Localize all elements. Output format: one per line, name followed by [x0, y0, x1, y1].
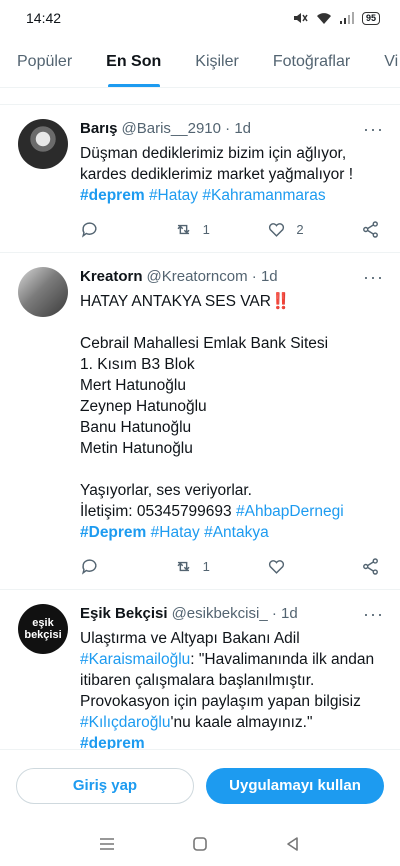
hashtag-link[interactable]: #Karaismailoğlu [80, 651, 190, 668]
reply-button[interactable] [80, 220, 120, 239]
share-icon [363, 220, 378, 238]
heart-icon [269, 222, 285, 237]
tab-latest[interactable]: En Son [89, 36, 178, 87]
hashtag-link[interactable]: #Kılıçdaroğlu [80, 714, 170, 731]
hashtag-link[interactable]: #AhbapDernegi [236, 503, 344, 520]
tweet-text-part: Ulaştırma ve Altyapı Bakanı Adil [80, 630, 300, 647]
tweet-text: Ulaştırma ve Altyapı Bakanı Adil #Karais… [80, 628, 384, 749]
tweet-header: Kreatorn @Kreatorncom · 1d ··· [80, 267, 384, 287]
tweet-author-handle: @Baris__2910 · 1d [121, 120, 252, 137]
tweet-text-address: Cebrail Mahallesi Emlak Bank Sitesi 1. K… [80, 335, 329, 457]
tweet-text-status: Yaşıyorlar, ses veriyorlar. [80, 482, 252, 499]
share-icon [363, 557, 378, 575]
avatar[interactable]: eşik bekçisi [18, 604, 68, 654]
login-button[interactable]: Giriş yap [16, 767, 194, 804]
feed-divider [0, 89, 400, 105]
avatar-text: eşik [32, 617, 54, 629]
tweet[interactable]: Kreatorn @Kreatorncom · 1d ··· HATAY ANT… [0, 253, 400, 590]
hashtag-link[interactable]: #deprem [80, 187, 145, 204]
status-icons: 95 [292, 11, 380, 25]
tab-videos[interactable]: Vi [367, 36, 400, 87]
hashtag-link[interactable]: #deprem [80, 735, 145, 749]
share-button[interactable] [361, 557, 380, 576]
mute-icon [293, 13, 308, 23]
signal-icon [339, 12, 354, 24]
use-app-button[interactable]: Uygulamayı kullan [206, 767, 384, 804]
tweet-author-name[interactable]: Barış [80, 119, 118, 139]
tweet-text-contact: İletişim: 05345799693 [80, 503, 232, 520]
tweet-author-name[interactable]: Kreatorn [80, 267, 143, 287]
hashtag-link[interactable]: #Hatay [149, 187, 198, 204]
like-count: 2 [296, 221, 304, 237]
retweet-count: 1 [202, 558, 210, 574]
system-nav-bar [0, 821, 400, 866]
reply-button[interactable] [80, 557, 120, 576]
login-prompt-bar: Giriş yap Uygulamayı kullan [0, 749, 400, 821]
like-button[interactable] [267, 557, 307, 576]
share-button[interactable] [361, 220, 380, 239]
tweet-author-handle: @Kreatorncom · 1d [146, 268, 278, 285]
tweet-feed: Barış @Baris__2910 · 1d ··· Düşman dedik… [0, 89, 400, 749]
tab-popular[interactable]: Popüler [0, 36, 89, 87]
avatar[interactable] [18, 267, 68, 317]
tweet-author-name[interactable]: Eşik Bekçisi [80, 604, 168, 624]
more-icon[interactable]: ··· [357, 605, 384, 623]
retweet-button[interactable]: 1 [174, 557, 214, 576]
avatar-text: bekçisi [24, 629, 62, 641]
hashtag-link[interactable]: #Kahramanmaras [202, 187, 325, 204]
tweet-text: HATAY ANTAKYA SES VAR‼️ Cebrail Mahalles… [80, 291, 384, 543]
tweet-text-part: 'nu kaale almayınız." [170, 714, 313, 731]
avatar[interactable] [18, 119, 68, 169]
tweet[interactable]: Barış @Baris__2910 · 1d ··· Düşman dedik… [0, 105, 400, 253]
tweet-text-headline: HATAY ANTAKYA SES VAR [80, 293, 271, 310]
retweet-count: 1 [202, 221, 210, 237]
status-bar: 14:42 95 [0, 0, 400, 36]
search-tabs: Popüler En Son Kişiler Fotoğraflar Vi [0, 36, 400, 88]
tab-photos[interactable]: Fotoğraflar [256, 36, 367, 87]
tweet-header: Barış @Baris__2910 · 1d ··· [80, 119, 384, 139]
tweet-content: Eşik Bekçisi @esikbekcisi_ · 1d ··· Ulaş… [80, 604, 384, 749]
tweet-content: Kreatorn @Kreatorncom · 1d ··· HATAY ANT… [80, 267, 384, 589]
reply-icon [81, 558, 97, 575]
like-button[interactable]: 2 [267, 220, 307, 239]
tweet[interactable]: eşik bekçisi Eşik Bekçisi @esikbekcisi_ … [0, 590, 400, 749]
back-icon[interactable] [284, 835, 302, 853]
tweet-text: Düşman dediklerimiz bizim için ağlıyor, … [80, 143, 384, 206]
tweet-actions: 1 [80, 543, 384, 589]
wifi-icon [316, 12, 331, 24]
tweet-text-main: Düşman dediklerimiz bizim için ağlıyor, … [80, 145, 354, 183]
tweet-author-handle: @esikbekcisi_ · 1d [171, 605, 298, 622]
heart-icon [269, 559, 285, 574]
hashtag-link[interactable]: #Deprem [80, 524, 146, 541]
status-time: 14:42 [26, 10, 62, 26]
retweet-icon [177, 224, 190, 234]
tab-people[interactable]: Kişiler [178, 36, 256, 87]
hashtag-link[interactable]: #Antakya [204, 524, 269, 541]
tweet-content: Barış @Baris__2910 · 1d ··· Düşman dedik… [80, 119, 384, 252]
tweet-actions: 1 2 [80, 206, 384, 252]
home-icon[interactable] [191, 835, 209, 853]
battery-icon: 95 [361, 11, 380, 25]
reply-icon [81, 221, 97, 238]
menu-icon[interactable] [98, 835, 116, 853]
more-icon[interactable]: ··· [357, 268, 384, 286]
tweet-header: Eşik Bekçisi @esikbekcisi_ · 1d ··· [80, 604, 384, 624]
alert-emoji: ‼️ [270, 293, 291, 310]
retweet-button[interactable]: 1 [174, 220, 214, 239]
hashtag-link[interactable]: #Hatay [151, 524, 200, 541]
retweet-icon [177, 561, 190, 571]
more-icon[interactable]: ··· [357, 120, 384, 138]
